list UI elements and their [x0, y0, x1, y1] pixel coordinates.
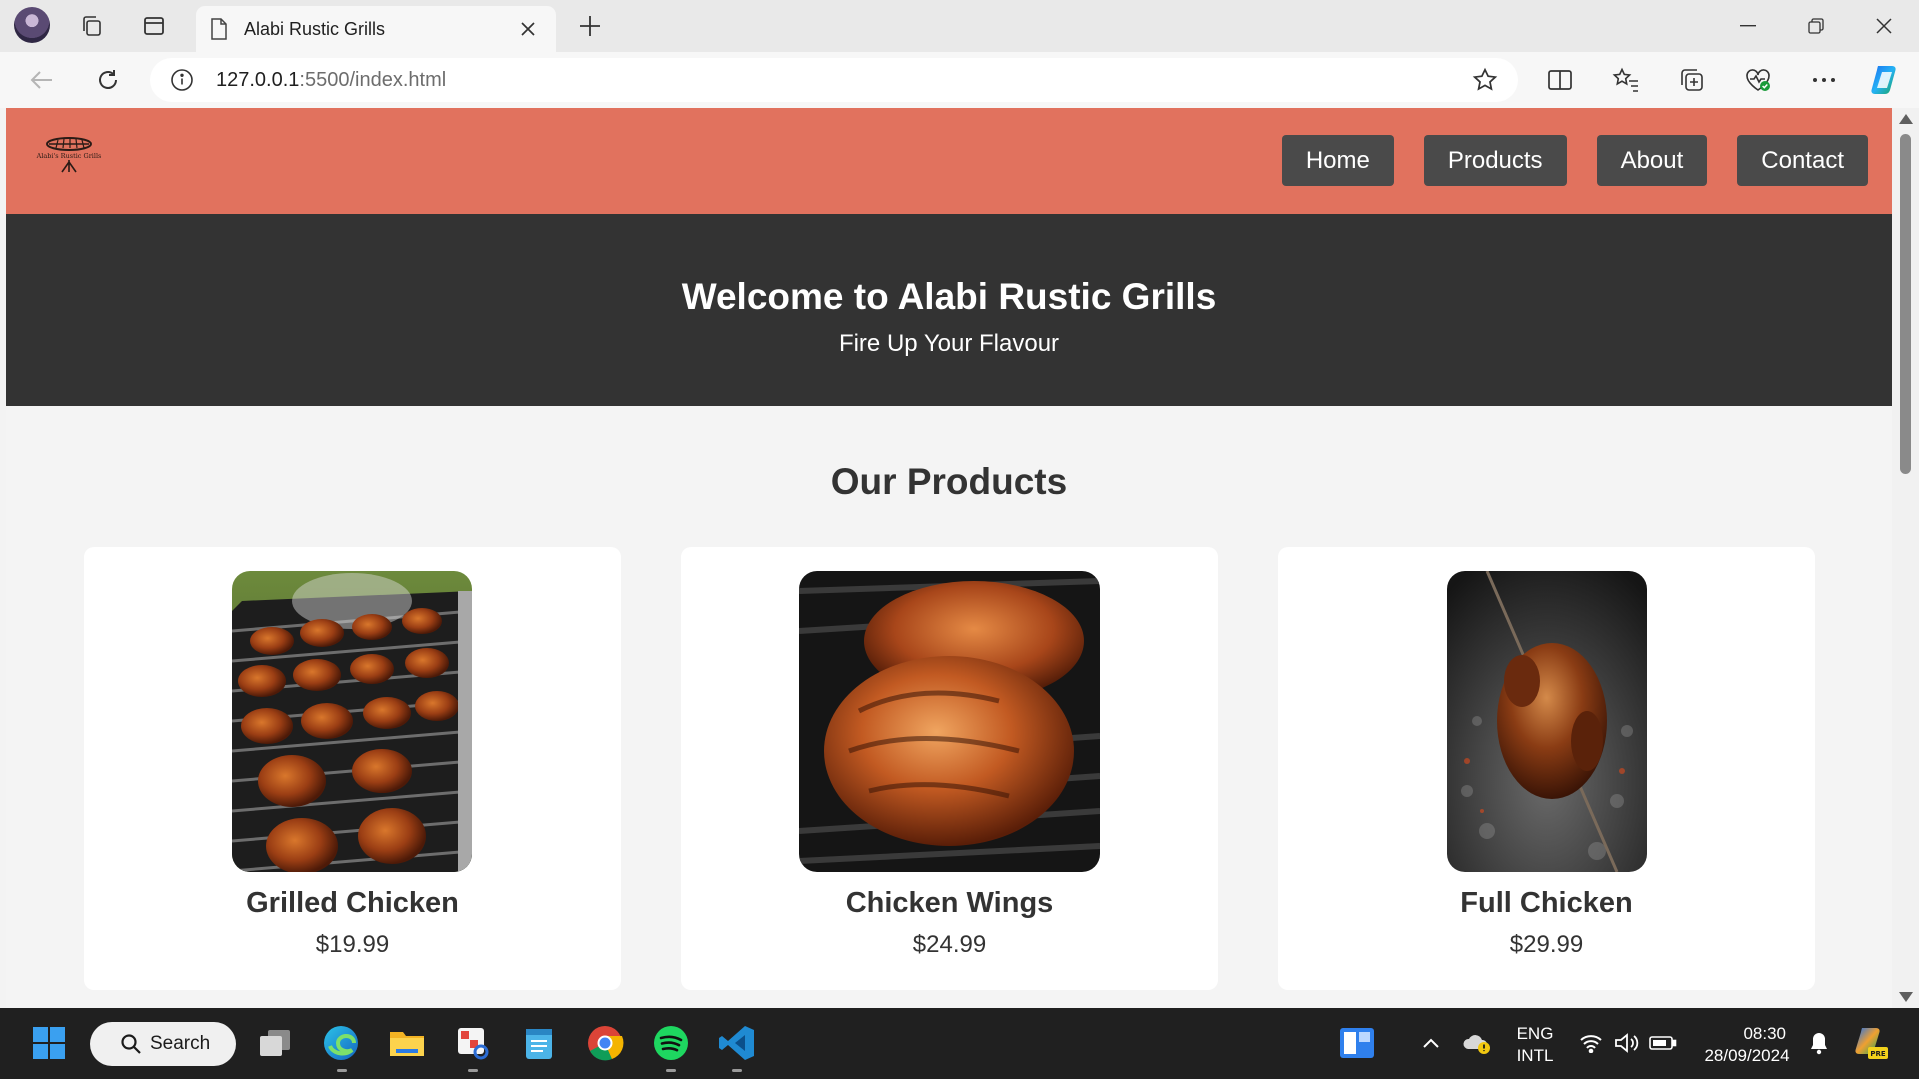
- browser-toolbar: 127.0.0.1:5500/index.html: [0, 52, 1919, 108]
- svg-text:Alabi's Rustic Grills: Alabi's Rustic Grills: [36, 152, 102, 160]
- search-label: Search: [150, 1033, 211, 1054]
- windows-taskbar: Search ENG INTL 08:30 28/09/2024 PRE: [0, 1008, 1919, 1079]
- svg-text:PRE: PRE: [1870, 1050, 1886, 1058]
- product-price: $24.99: [912, 931, 987, 958]
- running-indicator: [468, 1069, 478, 1072]
- scroll-up-arrow-icon[interactable]: [1899, 114, 1913, 124]
- url-path: :5500/index.html: [299, 68, 447, 91]
- search-icon: [121, 1034, 141, 1054]
- minimize-icon[interactable]: [1718, 6, 1778, 46]
- file-explorer-icon[interactable]: [386, 1022, 428, 1064]
- clock[interactable]: 08:30 28/09/2024: [1696, 1023, 1798, 1067]
- product-card: Grilled Chicken $19.99: [84, 547, 621, 990]
- keyboard-layout: INTL: [1516, 1046, 1554, 1065]
- product-card: Full Chicken $29.99: [1278, 547, 1815, 990]
- browser-tab-bar: Alabi Rustic Grills: [0, 0, 1919, 52]
- close-tab-icon[interactable]: [514, 15, 542, 43]
- product-name: Grilled Chicken: [246, 887, 459, 919]
- grilled-chicken-image: [232, 571, 472, 872]
- refresh-icon[interactable]: [88, 62, 128, 98]
- full-chicken-image: [1447, 571, 1647, 872]
- copilot-icon[interactable]: [1866, 62, 1906, 98]
- running-indicator: [337, 1069, 347, 1072]
- hero-banner: Welcome to Alabi Rustic Grills Fire Up Y…: [6, 214, 1892, 406]
- clock-date: 28/09/2024: [1704, 1046, 1790, 1065]
- favorite-star-icon[interactable]: [1472, 67, 1498, 93]
- notepad-icon[interactable]: [518, 1022, 560, 1064]
- page-icon: [211, 18, 227, 40]
- running-indicator: [732, 1069, 742, 1072]
- edge-browser-icon[interactable]: [320, 1022, 362, 1064]
- chrome-icon[interactable]: [584, 1022, 626, 1064]
- back-icon[interactable]: [22, 62, 62, 98]
- scrollbar-thumb[interactable]: [1900, 134, 1911, 474]
- product-name: Chicken Wings: [845, 887, 1054, 919]
- widgets-icon[interactable]: [1336, 1022, 1378, 1064]
- workspaces-icon[interactable]: [74, 8, 110, 44]
- active-tab[interactable]: Alabi Rustic Grills: [196, 6, 556, 52]
- hero-subtitle: Fire Up Your Flavour: [838, 330, 1060, 357]
- split-screen-icon[interactable]: [1540, 62, 1580, 98]
- copilot-preview-icon[interactable]: PRE: [1850, 1022, 1892, 1064]
- restore-icon[interactable]: [1786, 6, 1846, 46]
- page-viewport: Alabi's Rustic Grills Home Products Abou…: [6, 108, 1892, 1008]
- product-name: Full Chicken: [1460, 887, 1633, 919]
- show-hidden-icons-icon[interactable]: [1410, 1022, 1452, 1064]
- collections-icon[interactable]: [1672, 62, 1712, 98]
- close-window-icon[interactable]: [1854, 6, 1914, 46]
- nav-about-button[interactable]: About: [1596, 135, 1708, 186]
- language-code: ENG: [1516, 1024, 1554, 1043]
- language-indicator[interactable]: ENG INTL: [1510, 1023, 1560, 1067]
- more-options-icon[interactable]: [1804, 62, 1844, 98]
- page-scrollbar[interactable]: [1892, 108, 1919, 1008]
- profile-avatar[interactable]: [14, 7, 50, 43]
- product-price: $29.99: [1509, 931, 1584, 958]
- favorites-icon[interactable]: [1606, 62, 1646, 98]
- products-heading: Our Products: [830, 461, 1068, 502]
- scroll-down-arrow-icon[interactable]: [1899, 992, 1913, 1002]
- site-header: Alabi's Rustic Grills Home Products Abou…: [6, 108, 1892, 214]
- tab-title: Alabi Rustic Grills: [244, 18, 386, 39]
- spotify-icon[interactable]: [650, 1022, 692, 1064]
- browser-essentials-icon[interactable]: [1738, 62, 1778, 98]
- nav-products-button[interactable]: Products: [1423, 135, 1567, 186]
- site-logo[interactable]: Alabi's Rustic Grills: [28, 134, 110, 174]
- url-host: 127.0.0.1: [216, 68, 300, 91]
- start-menu-icon[interactable]: [28, 1022, 70, 1064]
- battery-icon[interactable]: [1642, 1022, 1684, 1064]
- site-nav: Home Products About Contact: [1281, 135, 1868, 186]
- clock-time: 08:30: [1743, 1024, 1786, 1043]
- notifications-bell-icon[interactable]: [1798, 1022, 1840, 1064]
- product-card: Chicken Wings $24.99: [681, 547, 1218, 990]
- taskbar-search[interactable]: Search: [90, 1022, 236, 1066]
- chicken-wings-image: [799, 571, 1100, 872]
- new-tab-icon[interactable]: [572, 8, 608, 44]
- product-price: $19.99: [315, 931, 390, 958]
- nav-home-button[interactable]: Home: [1281, 135, 1394, 186]
- task-view-icon[interactable]: [254, 1022, 296, 1064]
- vscode-icon[interactable]: [716, 1022, 758, 1064]
- vertical-tabs-icon[interactable]: [136, 8, 172, 44]
- address-bar[interactable]: 127.0.0.1:5500/index.html: [150, 58, 1518, 102]
- onedrive-warning-icon[interactable]: [1456, 1022, 1498, 1064]
- nav-contact-button[interactable]: Contact: [1737, 135, 1868, 186]
- url-text[interactable]: 127.0.0.1:5500/index.html: [216, 69, 1472, 92]
- site-info-icon[interactable]: [170, 68, 194, 92]
- snipping-tool-icon[interactable]: [452, 1022, 494, 1064]
- hero-title: Welcome to Alabi Rustic Grills: [681, 276, 1217, 317]
- running-indicator: [666, 1069, 676, 1072]
